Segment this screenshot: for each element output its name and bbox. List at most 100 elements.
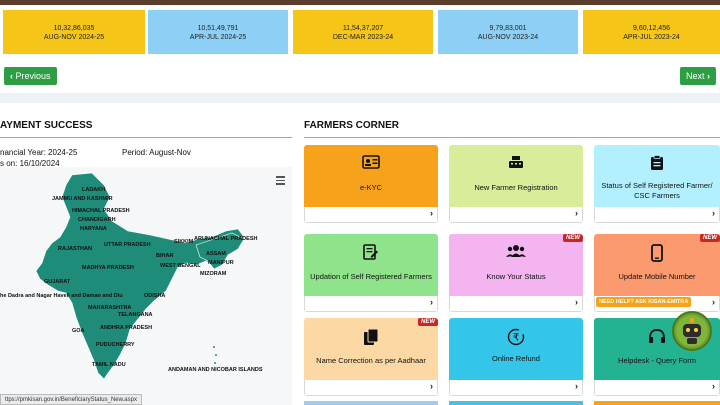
stat-amount: 10,51,49,791: [197, 25, 239, 32]
map-label-rajasthan: RAJASTHAN: [58, 246, 92, 252]
card-label: Status of Self Registered Farmer/ CSC Fa…: [601, 181, 713, 200]
map-label-odisha: ODISHA: [144, 293, 166, 299]
chevron-right-icon: ›: [707, 71, 711, 81]
chevron-right-icon: ›: [575, 381, 578, 391]
card-label: New Farmer Registration: [474, 183, 558, 192]
card-new-farmer-registration[interactable]: New Farmer Registration ›: [449, 145, 583, 223]
card-label: Updation of Self Registered Farmers: [310, 272, 432, 281]
card-ekyc[interactable]: e-KYC ›: [304, 145, 438, 223]
section-divider: [0, 93, 720, 103]
edit-document-icon: [304, 244, 438, 265]
payment-section-title: AYMENT SUCCESS: [0, 120, 93, 131]
map-label-chandigarh: CHANDIGARH: [78, 217, 116, 223]
card-status-self-registered[interactable]: Status of Self Registered Farmer/ CSC Fa…: [594, 145, 720, 223]
chevron-right-icon: ›: [575, 208, 578, 218]
stat-period: AUG-NOV 2024-25: [43, 34, 105, 41]
previous-label: Previous: [15, 71, 51, 81]
chevron-right-icon: ›: [575, 297, 578, 307]
chevron-right-icon: ›: [430, 297, 433, 307]
title-rule: [304, 137, 720, 138]
map-label-haryana: HARYANA: [80, 226, 107, 232]
stat-amount: 10,32,86,035: [53, 25, 95, 32]
new-badge: NEW: [700, 234, 720, 242]
map-label-andaman: ANDAMAN AND NICOBAR ISLANDS: [168, 367, 263, 373]
stat-period: APR-JUL 2023-24: [623, 34, 680, 41]
chevron-right-icon: ›: [712, 297, 715, 307]
map-label-goa: GOA: [72, 328, 85, 334]
card-label: Helpdesk - Query Form: [618, 356, 696, 365]
island-dot: [213, 346, 215, 348]
chevron-right-icon: ›: [430, 208, 433, 218]
stat-period: APR-JUL 2024-25: [189, 34, 247, 41]
island-dot: [214, 362, 216, 364]
map-label-tn: TAMIL NADU: [92, 362, 126, 368]
stat-card: 10,51,49,791 APR-JUL 2024-25: [148, 10, 288, 54]
stat-amount: 9,79,83,001: [489, 25, 527, 32]
map-label-arunachal: ARUNACHAL PRADESH: [194, 236, 258, 242]
card-label: Name Correction as per Aadhaar: [316, 356, 426, 365]
map-label-ap: ANDHRA PRADESH: [100, 325, 153, 331]
map-label-mp: MADHYA PRADESH: [82, 265, 134, 271]
map-label-bihar: BIHAR: [156, 253, 174, 259]
stat-card: 9,60,12,456 APR-JUL 2023-24: [583, 10, 720, 54]
chevron-right-icon: ›: [712, 208, 715, 218]
farmers-corner-title: FARMERS CORNER: [304, 120, 400, 131]
svg-text:₹: ₹: [513, 333, 519, 344]
stat-amount: 11,54,37,207: [342, 25, 384, 32]
stat-card: 10,32,86,035 AUG-NOV 2024-25: [3, 10, 145, 54]
period-text: Period: August-Nov: [122, 148, 191, 157]
map-label-assam: ASSAM: [206, 251, 226, 257]
clipboard-icon: [594, 155, 720, 176]
kisan-emitra-help-chip[interactable]: NEED HELP? ASK KISAN-EMITRA: [596, 297, 692, 307]
map-label-mizoram: MIZORAM: [200, 271, 227, 277]
stat-period: AUG-NOV 2023-24: [477, 34, 539, 41]
stat-card: 9,79,83,001 AUG-NOV 2023-24: [438, 10, 578, 54]
status-bar-url: ttps://pmkisan.gov.in/BeneficiaryStatus_…: [0, 394, 142, 405]
new-badge: NEW: [563, 234, 583, 242]
stat-period: DEC-MAR 2023-24: [332, 34, 394, 41]
map-label-wb: WEST BENGAL: [160, 263, 201, 269]
map-label-telangana: TELANGANA: [118, 312, 153, 318]
rupee-icon: ₹: [449, 328, 583, 351]
next-button[interactable]: Next ›: [680, 67, 717, 85]
map-label-hp: HIMACHAL PRADESH: [72, 208, 130, 214]
card-partial: [304, 401, 438, 405]
map-label-up: UTTAR PRADESH: [104, 242, 151, 248]
stats-strip: 10,32,86,035 AUG-NOV 2024-25 10,51,49,79…: [0, 5, 720, 57]
map-label-ladakh: LADAKH: [82, 187, 106, 193]
stat-card: 11,54,37,207 DEC-MAR 2023-24: [293, 10, 433, 54]
previous-button[interactable]: ‹ Previous: [4, 67, 57, 85]
map-label-puducherry: PUDUCHERRY: [96, 342, 135, 348]
chatbot-robot-icon[interactable]: [672, 311, 712, 351]
map-label-manipur: MANIPUR: [208, 260, 234, 266]
map-label-gujarat: GUJARAT: [44, 279, 71, 285]
card-label: Know Your Status: [486, 272, 546, 281]
title-rule: [0, 137, 292, 138]
next-label: Next: [686, 71, 705, 81]
map-label-maharashtra: MAHARASHTRA: [88, 305, 132, 311]
map-label-jk: JAMMU AND KASHMIR: [52, 196, 113, 202]
new-badge: NEW: [418, 318, 438, 326]
card-know-your-status[interactable]: NEW Know Your Status ›: [449, 234, 583, 312]
copy-icon: [304, 328, 438, 351]
mobile-icon: [594, 244, 720, 267]
chevron-right-icon: ›: [712, 381, 715, 391]
card-name-correction[interactable]: NEW Name Correction as per Aadhaar ›: [304, 318, 438, 396]
card-partial: [449, 401, 583, 405]
card-updation-self-registered[interactable]: Updation of Self Registered Farmers ›: [304, 234, 438, 312]
card-label: e-KYC: [359, 183, 383, 192]
card-label: Online Refund: [492, 354, 540, 363]
card-partial: [594, 401, 720, 405]
financial-year-text: nancial Year: 2024-25: [0, 148, 78, 157]
chevron-right-icon: ›: [430, 381, 433, 391]
map-label-dnh: he Dadra and Nagar Haveli and Daman and …: [0, 293, 123, 299]
users-icon: [449, 244, 583, 263]
chevron-left-icon: ‹: [10, 71, 13, 81]
card-label: Update Mobile Number: [618, 272, 696, 281]
card-online-refund[interactable]: ₹ Online Refund ›: [449, 318, 583, 396]
cash-register-icon: [449, 155, 583, 174]
stat-amount: 9,60,12,456: [633, 25, 670, 32]
map-label-sikkim: SIKKIM: [174, 239, 194, 245]
island-dot: [215, 354, 217, 356]
id-card-icon: [304, 155, 438, 174]
